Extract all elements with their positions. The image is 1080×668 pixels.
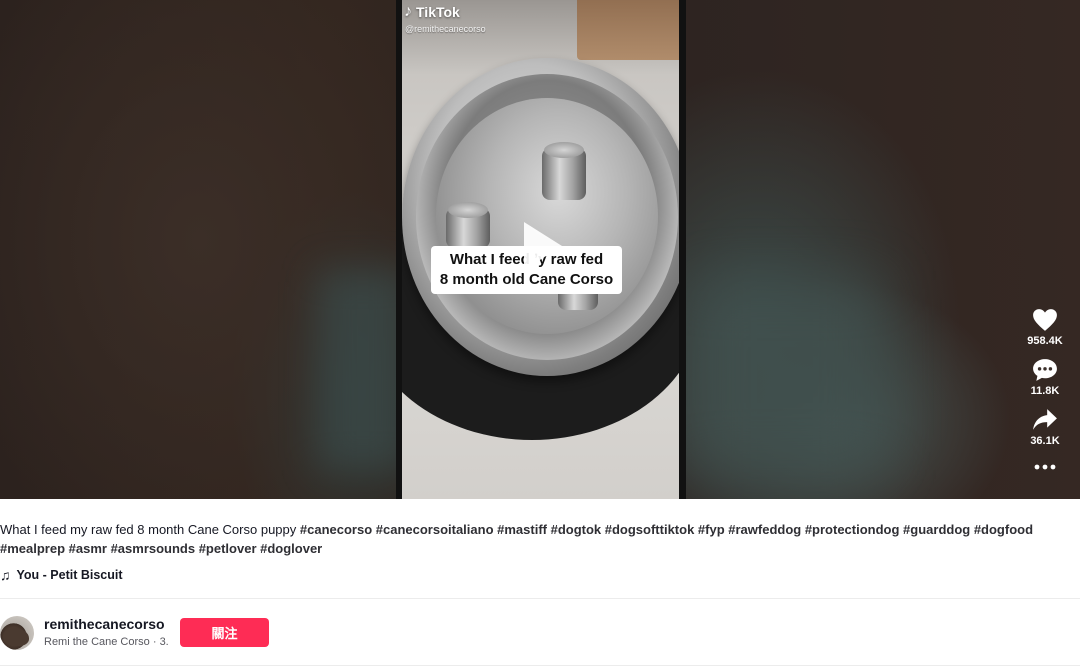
creator-display-name: Remi the Cane Corso [44,636,150,648]
comment-count: 11.8K [1030,385,1060,397]
music-link[interactable]: ♫ You - Petit Biscuit [0,566,123,584]
tiktok-logo-icon: ♪ [404,3,412,20]
avatar[interactable] [0,616,34,650]
divider [0,598,1080,599]
description-text: What I feed my raw fed 8 month Cane Cors… [0,522,300,537]
more-options-button[interactable] [1020,462,1070,472]
video-description: What I feed my raw fed 8 month Cane Cors… [0,520,1060,558]
music-title[interactable]: You - Petit Biscuit [17,568,123,582]
play-icon[interactable] [524,222,562,270]
cutting-board [577,0,679,60]
creator-subline: Remi the Cane Corso · 3. [44,636,169,648]
like-count: 958.4K [1027,335,1063,347]
music-note-icon: ♫ [0,567,11,583]
caption-line-2: 8 month old Cane Corso [439,271,614,288]
follow-button[interactable]: 關注 [180,618,269,647]
comment-icon[interactable] [1032,358,1058,382]
tiktok-watermark: ♪ TikTok [404,2,460,22]
share-count: 36.1K [1030,435,1060,447]
comment-button[interactable]: 11.8K [1020,358,1070,397]
subline-separator: · [149,636,160,648]
share-button[interactable]: 36.1K [1020,408,1070,447]
video-player[interactable]: ♪ TikTok @remithecanecorso What I feed ʼ… [0,0,1080,499]
share-icon[interactable] [1032,408,1058,432]
creator-username[interactable]: remithecanecorso [44,616,174,632]
more-icon[interactable] [1032,462,1058,472]
like-button[interactable]: 958.4K [1020,308,1070,347]
watermark-username: @remithecanecorso [405,24,486,34]
divider [0,665,1080,666]
tiktok-brand: TikTok [416,4,460,20]
post-date: 3. [159,636,169,648]
heart-icon[interactable] [1032,308,1058,332]
